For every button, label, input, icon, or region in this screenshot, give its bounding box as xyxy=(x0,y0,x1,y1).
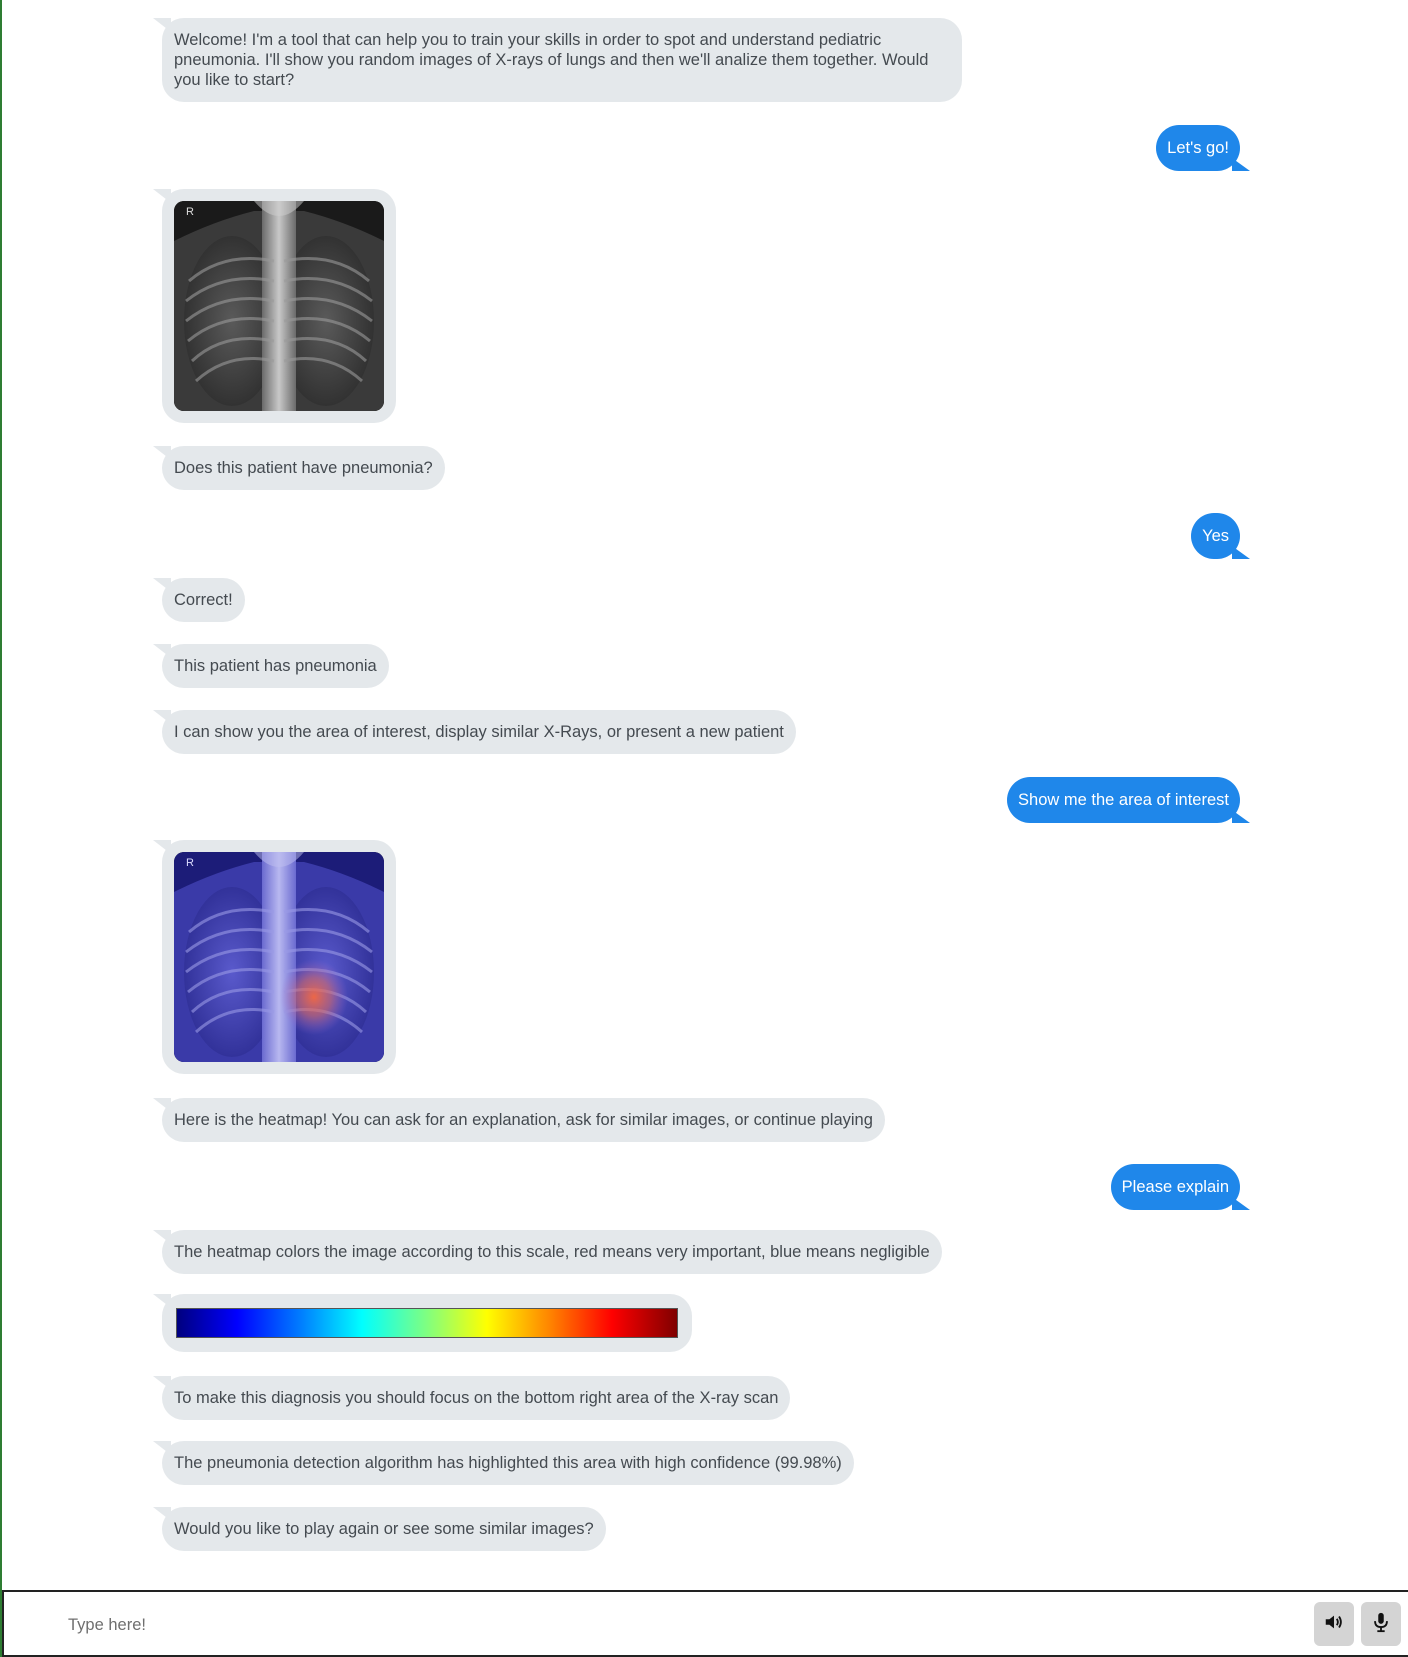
xray-graphic: R xyxy=(174,201,384,411)
heatmap-color-scale xyxy=(176,1308,678,1338)
xray-marker-label: R xyxy=(186,206,194,218)
message-input[interactable] xyxy=(66,1604,1270,1646)
bot-message-text: Correct! xyxy=(174,591,233,609)
user-message: Show me the area of interest xyxy=(1007,777,1250,823)
bot-message-text: I can show you the area of interest, dis… xyxy=(174,723,784,741)
chat-page: Welcome! I'm a tool that can help you to… xyxy=(0,0,1408,1657)
user-message: Yes xyxy=(1191,513,1250,559)
bot-message: Would you like to play again or see some… xyxy=(153,1507,606,1551)
user-message: Let's go! xyxy=(1156,125,1250,171)
user-message-text: Yes xyxy=(1202,527,1229,545)
bot-message-text: Does this patient have pneumonia? xyxy=(174,459,433,477)
bot-message: I can show you the area of interest, dis… xyxy=(153,710,796,754)
bot-colorbar-message xyxy=(153,1294,692,1352)
bot-image-message: R xyxy=(153,840,396,1074)
bot-message-text: This patient has pneumonia xyxy=(174,657,377,675)
chat-history: Welcome! I'm a tool that can help you to… xyxy=(2,0,1408,1590)
bot-message: This patient has pneumonia xyxy=(153,644,389,688)
bot-message: To make this diagnosis you should focus … xyxy=(152,1376,791,1420)
bot-message-text: Here is the heatmap! You can ask for an … xyxy=(174,1111,873,1129)
microphone-icon xyxy=(1370,1611,1392,1638)
bot-message-text: The pneumonia detection algorithm has hi… xyxy=(174,1454,842,1472)
bot-image-message: R xyxy=(153,189,396,423)
bot-message-text: The heatmap colors the image according t… xyxy=(174,1243,930,1261)
speaker-button[interactable] xyxy=(1314,1602,1354,1646)
user-message-text: Please explain xyxy=(1121,1178,1229,1196)
heatmap-graphic: R xyxy=(174,852,384,1062)
user-message: Please explain xyxy=(1110,1164,1251,1210)
bot-message: The heatmap colors the image according t… xyxy=(153,1230,942,1274)
xray-image: R xyxy=(174,201,384,411)
speaker-icon xyxy=(1323,1611,1345,1638)
bot-message-text: Welcome! I'm a tool that can help you to… xyxy=(174,31,929,89)
xray-marker-label: R xyxy=(186,857,194,869)
bot-message: The pneumonia detection algorithm has hi… xyxy=(153,1441,854,1485)
heatmap-hotspot xyxy=(280,959,348,1035)
bot-message-text: To make this diagnosis you should focus … xyxy=(174,1389,779,1407)
bot-message: Correct! xyxy=(153,578,245,622)
user-message-text: Let's go! xyxy=(1167,139,1229,157)
bot-message-text: Would you like to play again or see some… xyxy=(174,1520,594,1538)
user-message-text: Show me the area of interest xyxy=(1018,791,1229,809)
bot-message: Here is the heatmap! You can ask for an … xyxy=(153,1098,885,1142)
bot-message: Welcome! I'm a tool that can help you to… xyxy=(153,18,962,102)
heatmap-image: R xyxy=(174,852,384,1062)
microphone-button[interactable] xyxy=(1361,1602,1401,1646)
message-input-bar xyxy=(2,1590,1408,1657)
bot-message: Does this patient have pneumonia? xyxy=(153,446,445,490)
